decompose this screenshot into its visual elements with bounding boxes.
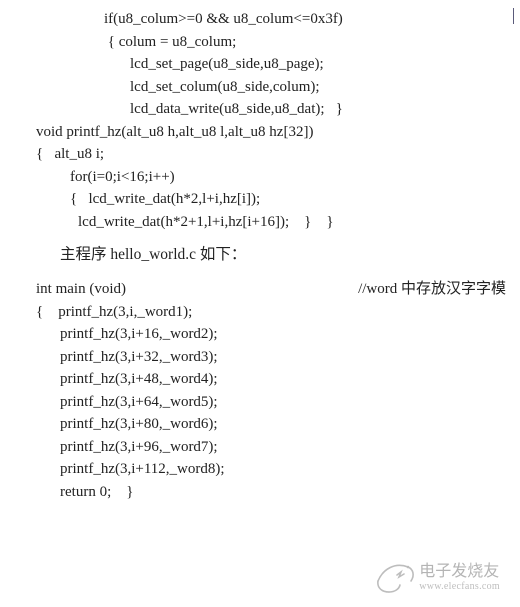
watermark-url: www.elecfans.com	[419, 582, 500, 592]
logo-icon	[375, 561, 415, 595]
section-heading: 主程序 hello_world.c 如下：	[0, 243, 520, 266]
code-line: { printf_hz(3,i,_word1);	[0, 301, 520, 324]
code-line: int main (void)	[0, 278, 126, 301]
code-line: printf_hz(3,i+80,_word6);	[0, 413, 520, 436]
code-line: lcd_set_page(u8_side,u8_page);	[0, 53, 520, 76]
code-line: for(i=0;i<16;i++)	[0, 166, 520, 189]
code-line: lcd_set_colum(u8_side,colum);	[0, 76, 520, 99]
code-line: printf_hz(3,i+16,_word2);	[0, 323, 520, 346]
code-line: { colum = u8_colum;	[0, 31, 520, 54]
code-line: lcd_data_write(u8_side,u8_dat); }	[0, 98, 520, 121]
code-line: void printf_hz(alt_u8 h,alt_u8 l,alt_u8 …	[0, 121, 520, 144]
code-line: if(u8_colum>=0 && u8_colum<=0x3f)	[0, 8, 520, 31]
code-line: printf_hz(3,i+64,_word5);	[0, 391, 520, 414]
code-line: printf_hz(3,i+48,_word4);	[0, 368, 520, 391]
code-comment: //word 中存放汉字字模	[358, 278, 520, 301]
code-line: return 0; }	[0, 481, 520, 504]
code-line: printf_hz(3,i+32,_word3);	[0, 346, 520, 369]
watermark: 电子发烧友 www.elecfans.com	[375, 561, 500, 595]
watermark-name: 电子发烧友	[419, 564, 500, 580]
code-line: { lcd_write_dat(h*2,l+i,hz[i]);	[0, 188, 520, 211]
page-top-marker	[513, 8, 514, 24]
document-body: if(u8_colum>=0 && u8_colum<=0x3f) { colu…	[0, 0, 520, 503]
code-line: printf_hz(3,i+112,_word8);	[0, 458, 520, 481]
code-line: printf_hz(3,i+96,_word7);	[0, 436, 520, 459]
code-line: { alt_u8 i;	[0, 143, 520, 166]
code-line: lcd_write_dat(h*2+1,l+i,hz[i+16]); } }	[0, 211, 520, 234]
